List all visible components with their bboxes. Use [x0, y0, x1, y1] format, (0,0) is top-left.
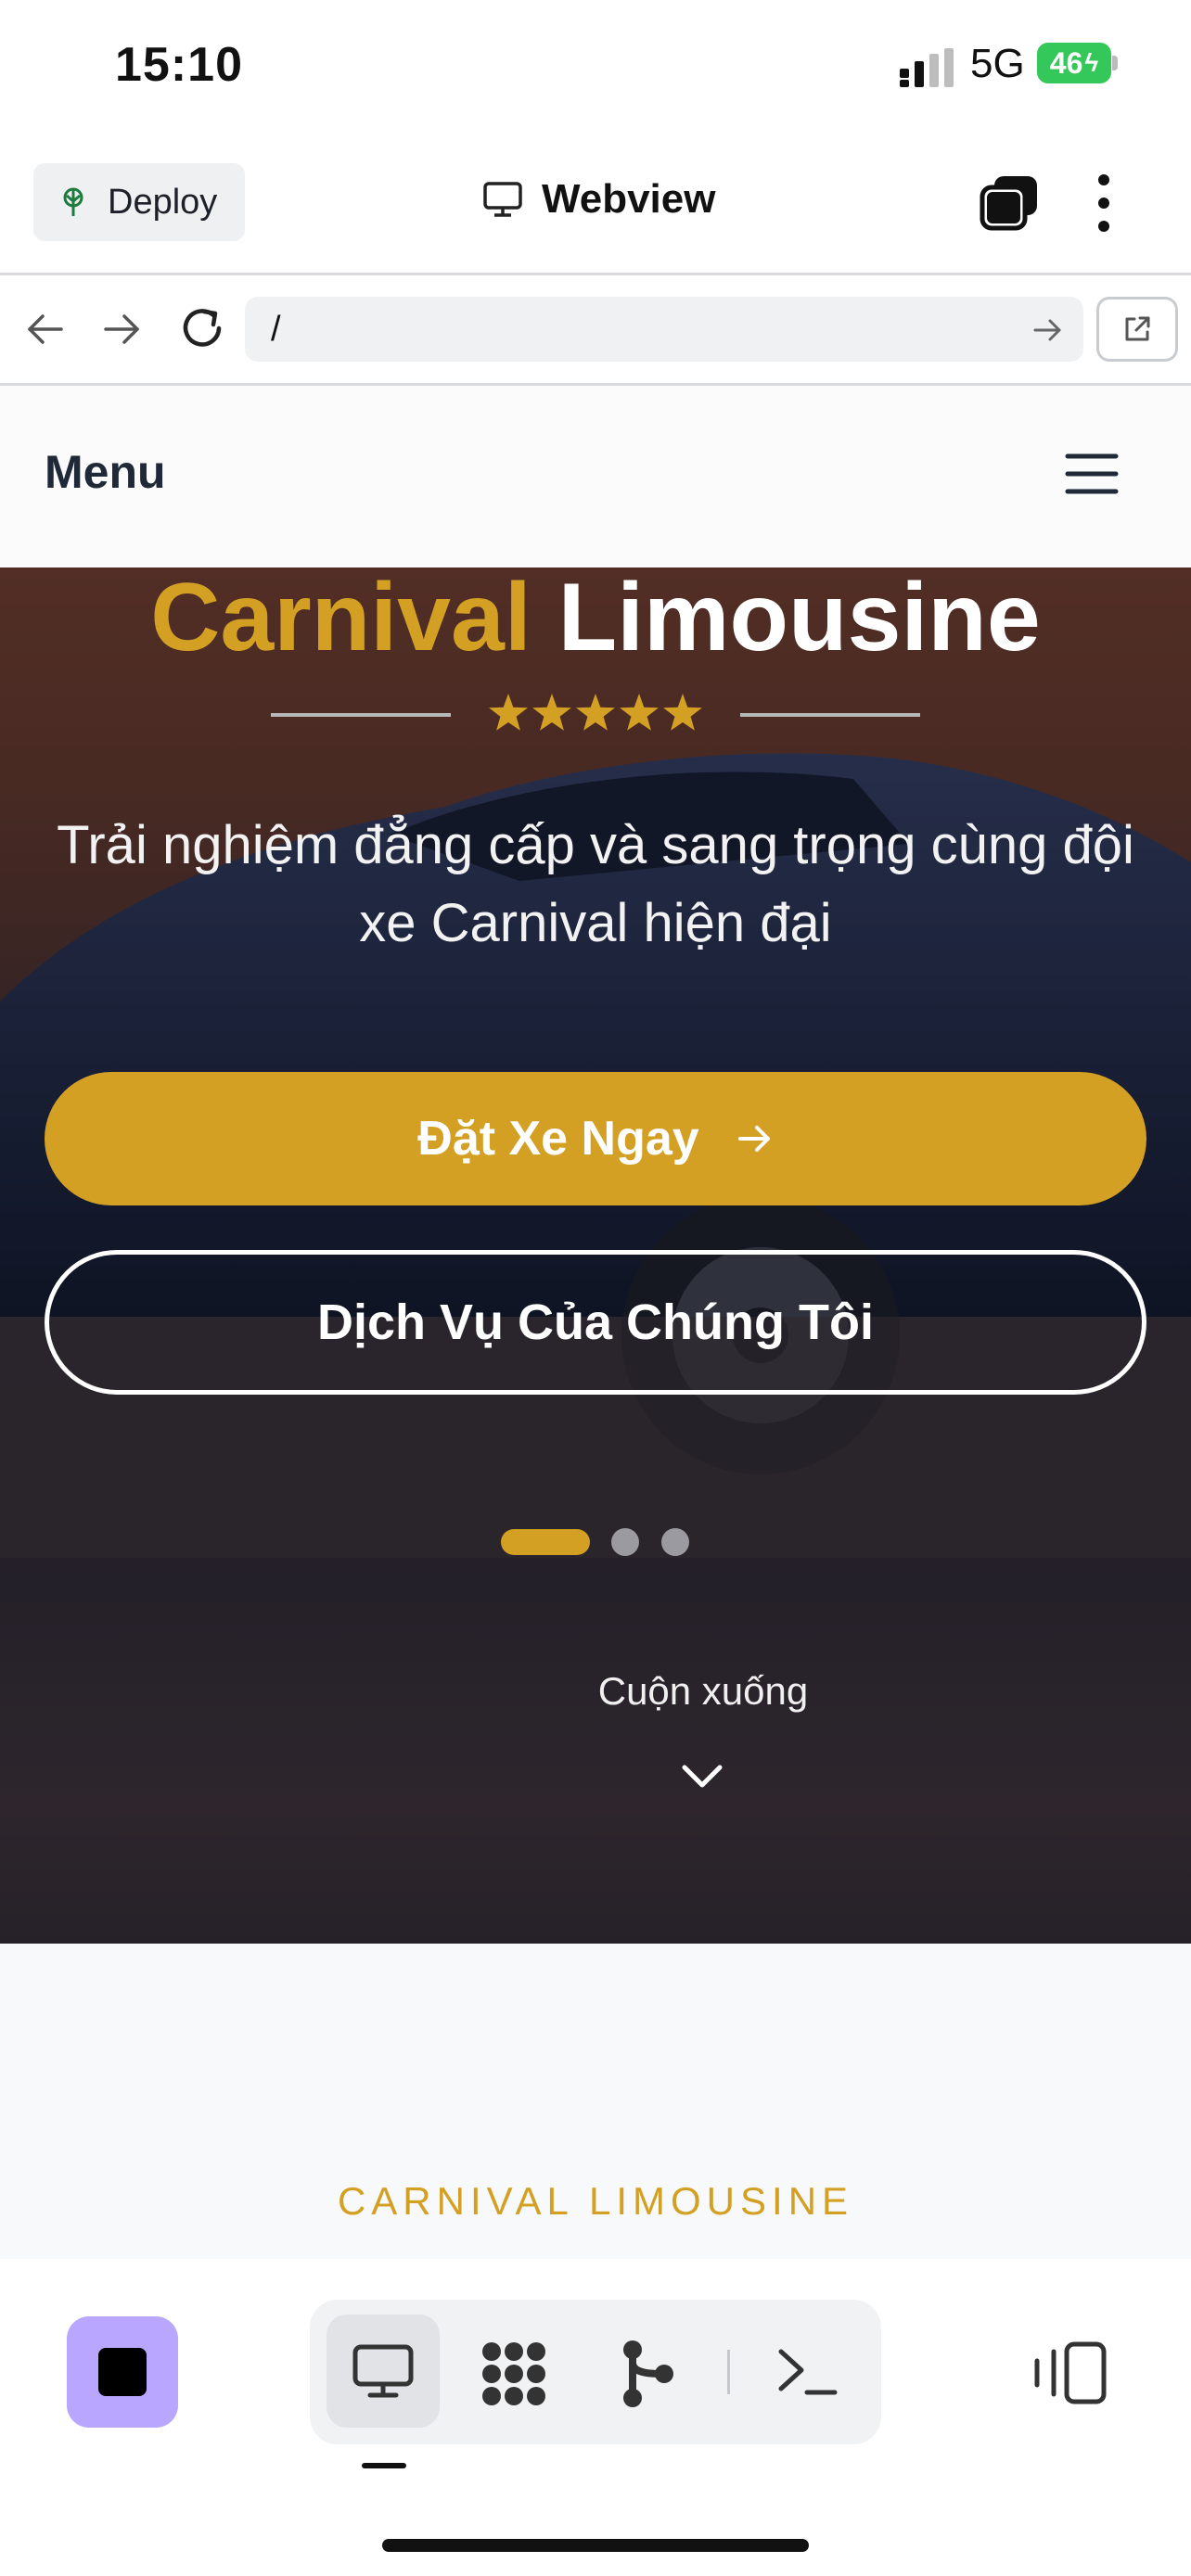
webview-title-label: Webview [542, 176, 716, 222]
signal-icon [900, 48, 954, 87]
star-icon [620, 694, 659, 731]
site-menu-label: Menu [45, 446, 166, 498]
deploy-icon [63, 187, 83, 216]
hero-subtitle: Trải nghiệm đẳng cấp và sang trọng cùng … [57, 815, 1134, 953]
stop-icon [98, 2348, 147, 2396]
battery-indicator: 46 ϟ [1037, 43, 1111, 83]
active-tab-indicator [362, 2463, 406, 2468]
deploy-label: Deploy [108, 182, 218, 222]
carousel-dot-active[interactable] [501, 1529, 590, 1555]
webview-tool-button[interactable] [327, 2315, 440, 2428]
layout-toggle-icon[interactable] [1031, 2339, 1108, 2407]
section-kicker: CARNIVAL LIMOUSINE [337, 2179, 854, 2223]
hamburger-icon[interactable] [1065, 451, 1119, 497]
hero-title-brand: Carnival [150, 564, 531, 671]
deploy-button[interactable]: Deploy [33, 163, 245, 241]
book-now-button[interactable]: Đặt Xe Ngay [45, 1072, 1146, 1205]
open-external-button[interactable] [1096, 297, 1178, 362]
webview-icon [352, 2344, 414, 2398]
webview-tab-title[interactable]: Webview [482, 176, 715, 223]
hero-title: Carnival Limousine [0, 566, 1191, 670]
chevron-down-icon[interactable] [679, 1760, 725, 1792]
more-icon[interactable] [1093, 172, 1115, 234]
battery-tip [1112, 56, 1118, 70]
home-indicator [382, 2539, 809, 2552]
tabs-icon[interactable] [980, 174, 1041, 232]
charging-icon: ϟ [1084, 48, 1099, 77]
go-arrow-icon[interactable] [1031, 313, 1065, 347]
url-input[interactable] [245, 297, 1083, 362]
forward-arrow-icon[interactable] [98, 306, 145, 352]
shell-icon[interactable] [775, 2342, 840, 2400]
star-icon [576, 694, 615, 731]
back-arrow-icon[interactable] [22, 306, 69, 352]
title-divider-right [740, 713, 920, 717]
rating-stars [489, 694, 702, 731]
monitor-icon [483, 182, 522, 217]
carousel-dot[interactable] [611, 1528, 639, 1556]
stop-button[interactable] [67, 2316, 178, 2428]
arrow-right-icon [737, 1126, 770, 1152]
our-services-label: Dịch Vụ Của Chúng Tôi [317, 1294, 874, 1350]
toolbar-separator [727, 2350, 730, 2394]
grid-icon[interactable] [479, 2339, 549, 2409]
book-now-label: Đặt Xe Ngay [417, 1112, 699, 1166]
reload-icon[interactable] [176, 302, 228, 354]
scroll-down-label[interactable]: Cuộn xuống [557, 1669, 850, 1714]
external-link-icon [1125, 316, 1150, 341]
network-type: 5G [970, 41, 1025, 86]
star-icon [663, 694, 702, 731]
our-services-button[interactable]: Dịch Vụ Của Chúng Tôi [45, 1250, 1146, 1395]
title-divider-left [271, 713, 451, 717]
hero-title-suffix: Limousine [557, 564, 1041, 671]
status-time: 15:10 [115, 38, 243, 92]
star-icon [532, 694, 571, 731]
git-branch-icon[interactable] [616, 2339, 681, 2409]
site-header [0, 386, 1191, 567]
battery-level: 46 [1049, 45, 1083, 80]
carousel-dot[interactable] [661, 1528, 689, 1556]
star-icon [489, 694, 528, 731]
